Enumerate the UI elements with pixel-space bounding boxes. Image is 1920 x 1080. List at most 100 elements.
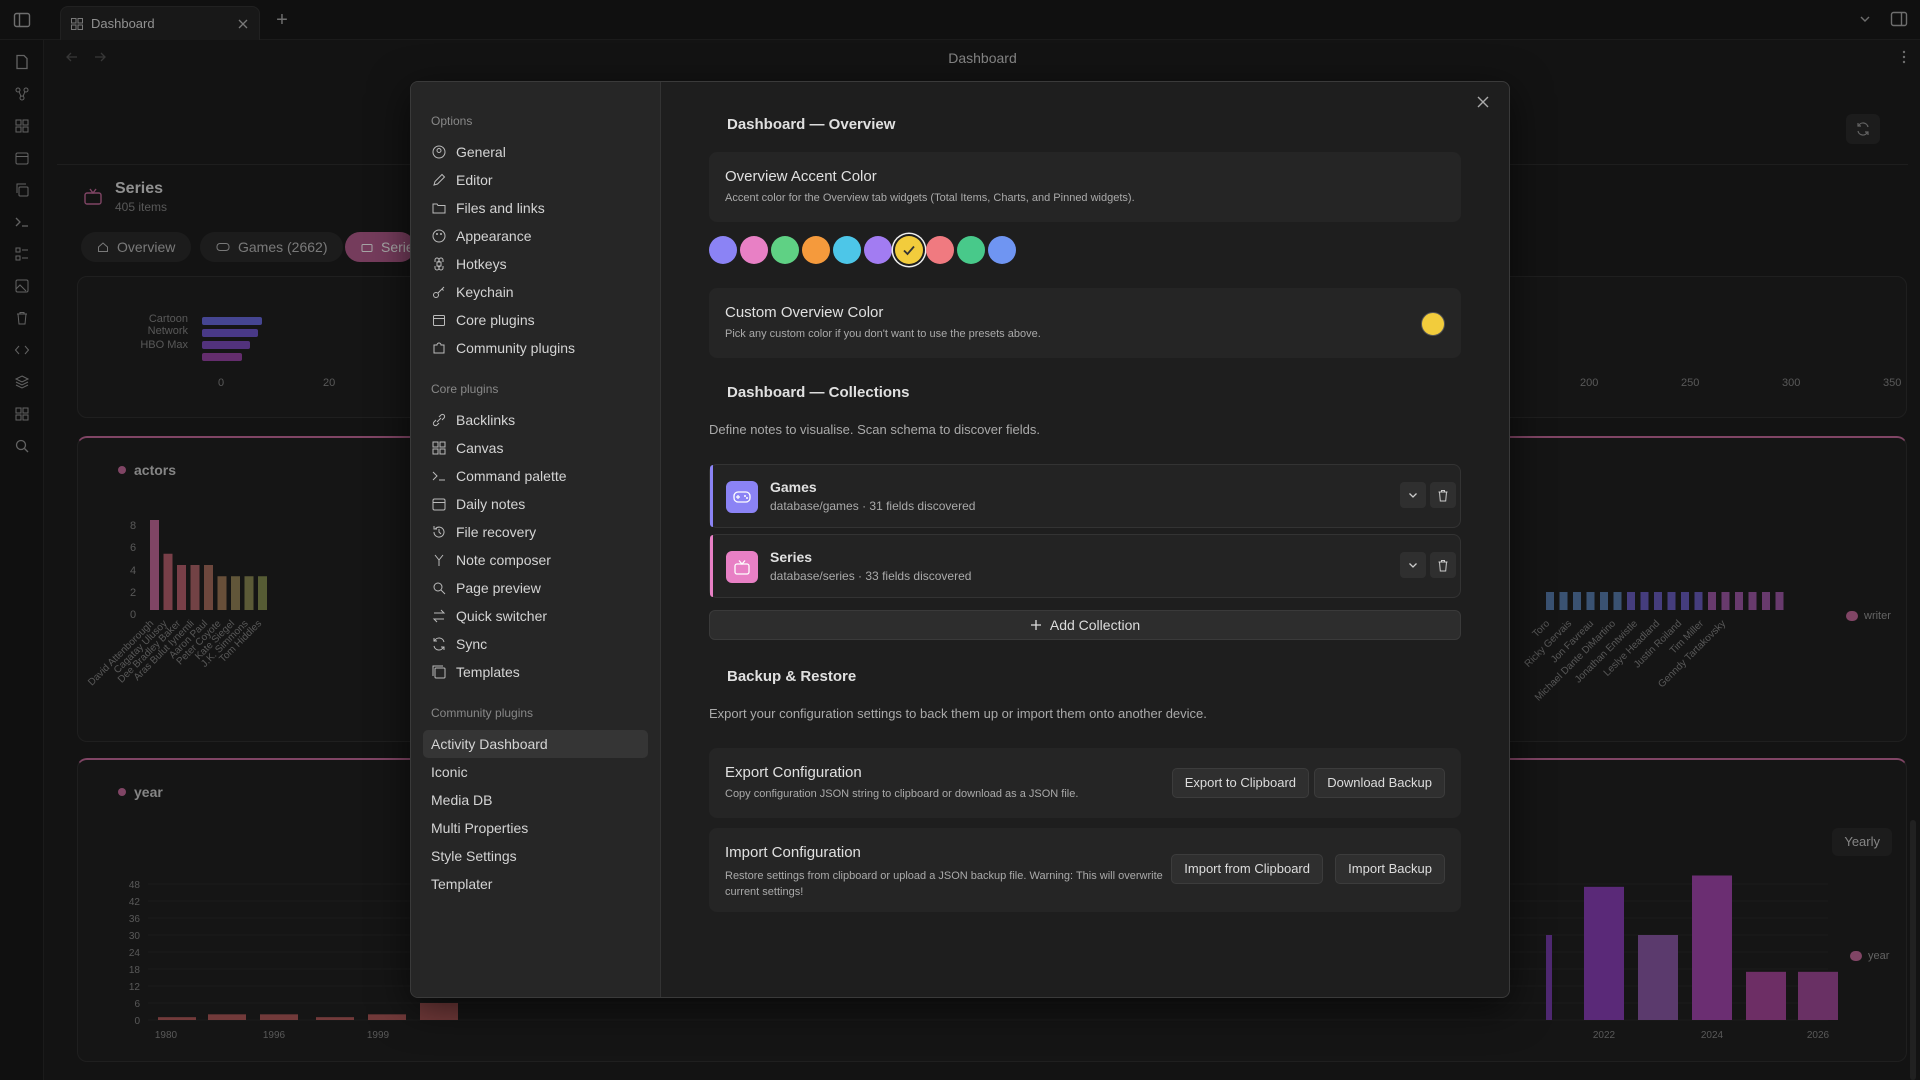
export-clipboard-button[interactable]: Export to Clipboard [1171,768,1309,798]
settings-nav: Options General Editor Files and links Appe… [411,82,661,997]
expand-button[interactable] [1400,482,1426,508]
nav-item-label: Files and links [456,200,545,216]
nav-item-general[interactable]: General [423,138,648,166]
nav-item-quick-switcher[interactable]: Quick switcher [423,602,648,630]
nav-item-templates[interactable]: Templates [423,658,648,686]
delete-button[interactable] [1430,552,1456,578]
tv-icon [726,551,758,583]
user-circle-icon [431,144,447,160]
key-icon [431,284,447,300]
nav-item-page-preview[interactable]: Page preview [423,574,648,602]
setting-title: Custom Overview Color [725,304,884,321]
nav-item-label: Canvas [456,440,504,456]
color-swatch[interactable] [957,236,985,264]
setting-title: Import Configuration [725,844,861,861]
nav-item-iconic[interactable]: Iconic [423,758,648,786]
setting-desc: Restore settings from clipboard or uploa… [725,870,1163,898]
collection-meta: database/games · 31 fields discovered [770,499,976,513]
color-swatch[interactable] [709,236,737,264]
color-swatch[interactable] [833,236,861,264]
merge-icon [431,552,447,568]
nav-item-file-recovery[interactable]: File recovery [423,518,648,546]
nav-item-label: Templates [456,664,520,680]
accent-swatches [709,234,1109,266]
setting-desc: Copy configuration JSON string to clipbo… [725,788,1079,800]
gamepad-icon [726,481,758,513]
nav-item-hotkeys[interactable]: Hotkeys [423,250,648,278]
command-icon [431,256,447,272]
backup-heading: Backup & Restore [727,668,857,685]
nav-item-label: Hotkeys [456,256,507,272]
setting-desc: Accent color for the Overview tab widget… [725,192,1135,204]
delete-button[interactable] [1430,482,1456,508]
import-backup-button[interactable]: Import Backup [1335,854,1445,884]
color-swatch[interactable] [740,236,768,264]
nav-item-daily-notes[interactable]: Daily notes [423,490,648,518]
color-swatch[interactable] [988,236,1016,264]
terminal-icon [431,468,447,484]
add-collection-button[interactable]: Add Collection [709,610,1461,640]
nav-item-label: General [456,144,506,160]
color-swatch[interactable] [864,236,892,264]
nav-item-templater[interactable]: Templater [423,870,648,898]
nav-item-canvas[interactable]: Canvas [423,434,648,462]
nav-item-backlinks[interactable]: Backlinks [423,406,648,434]
export-setting: Export Configuration Copy configuration … [709,748,1461,818]
collections-heading: Dashboard — Collections [727,384,910,401]
backlinks-icon [431,412,447,428]
nav-item-keychain[interactable]: Keychain [423,278,648,306]
plus-icon [1030,619,1042,631]
download-backup-button[interactable]: Download Backup [1314,768,1445,798]
setting-title: Overview Accent Color [725,168,877,185]
color-swatch[interactable] [895,236,923,264]
chevron-down-icon [1409,563,1417,568]
color-swatch[interactable] [771,236,799,264]
nav-item-sync[interactable]: Sync [423,630,648,658]
nav-item-label: Sync [456,636,488,652]
history-icon [431,524,447,540]
collection-meta: database/series · 33 fields discovered [770,569,972,583]
custom-color-setting: Custom Overview Color Pick any custom co… [709,288,1461,358]
nav-item-label: Appearance [456,228,532,244]
nav-item-appearance[interactable]: Appearance [423,222,648,250]
expand-button[interactable] [1400,552,1426,578]
nav-item-label: Media DB [431,792,493,808]
calendar-icon [431,496,447,512]
folder-link-icon [431,200,447,216]
nav-item-note-composer[interactable]: Note composer [423,546,648,574]
nav-item-files-and-links[interactable]: Files and links [423,194,648,222]
import-clipboard-button[interactable]: Import from Clipboard [1171,854,1323,884]
nav-item-core-plugins[interactable]: Core plugins [423,306,648,334]
nav-item-label: Templater [431,876,493,892]
nav-item-multi-properties[interactable]: Multi Properties [423,814,648,842]
nav-item-community-plugins[interactable]: Community plugins [423,334,648,362]
custom-color-picker[interactable] [1421,312,1445,336]
nav-item-label: Iconic [431,764,468,780]
backup-desc: Export your configuration settings to ba… [709,706,1207,721]
color-swatch[interactable] [802,236,830,264]
nav-item-media-db[interactable]: Media DB [423,786,648,814]
nav-item-label: Daily notes [456,496,526,512]
import-setting: Import Configuration Restore settings fr… [709,828,1461,912]
nav-section-community: Community plugins [431,706,534,720]
nav-item-label: Community plugins [456,340,576,356]
accent-color-setting: Overview Accent Color Accent color for t… [709,152,1461,222]
nav-item-label: File recovery [456,524,537,540]
sync-icon [431,636,447,652]
nav-item-command-palette[interactable]: Command palette [423,462,648,490]
template-icon [431,664,447,680]
collections-desc: Define notes to visualise. Scan schema t… [709,422,1040,437]
nav-item-activity-dashboard[interactable]: Activity Dashboard [423,730,648,758]
nav-item-label: Core plugins [456,312,535,328]
chevron-down-icon [1409,493,1417,498]
color-swatch[interactable] [926,236,954,264]
accent-bar [710,535,713,597]
palette-icon [431,228,447,244]
nav-item-style-settings[interactable]: Style Settings [423,842,648,870]
collection-name: Series [770,549,813,565]
overview-heading: Dashboard — Overview [727,116,896,133]
nav-item-editor[interactable]: Editor [423,166,648,194]
setting-title: Export Configuration [725,764,862,781]
nav-item-label: Note composer [456,552,551,568]
plugin-icon [431,312,447,328]
